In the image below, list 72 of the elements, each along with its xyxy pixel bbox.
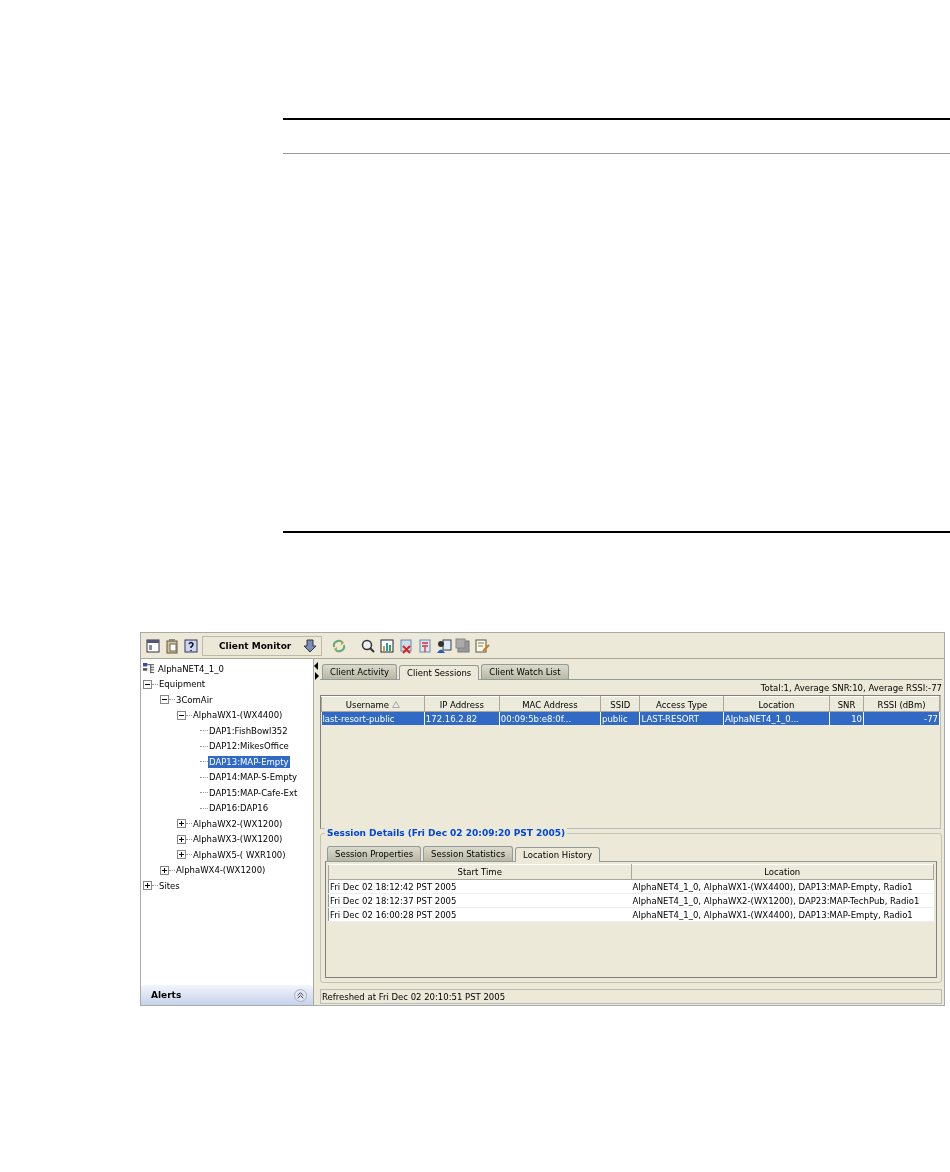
table-cell: Fri Dec 02 18:12:37 PST 2005 — [330, 895, 457, 906]
group-title: Session Details (Fri Dec 02 20:09:20 PST 2005) — [325, 828, 568, 838]
table-cell: LAST-RESORT — [641, 713, 699, 724]
chart-icon[interactable] — [379, 637, 395, 654]
table-cell: -77 — [924, 713, 938, 724]
expand-icon[interactable] — [143, 881, 152, 891]
tree-item[interactable]: DAP14:MAP-S-Empty — [208, 771, 299, 784]
tab[interactable]: Client Activity — [322, 664, 398, 679]
table-cell: 172.16.2.82 — [425, 713, 478, 724]
tree-item[interactable]: AlphaNET4_1_0 — [157, 662, 225, 675]
collapse-icon[interactable] — [177, 710, 186, 720]
summary-text: Total:1, Average SNR:10, Average RSSI:-77 — [760, 683, 942, 693]
column-header[interactable]: SSID — [600, 696, 640, 712]
table-cell: Fri Dec 02 16:00:28 PST 2005 — [330, 909, 457, 920]
table-row[interactable]: last-resort-public 172.16.2.82 00:09:5b:e8:0f... public LAST-RESORT AlphaNET4_1_0... 10 -77 — [321, 711, 940, 725]
tree-item[interactable]: 3ComAir — [175, 693, 214, 706]
column-header[interactable]: MAC Address — [499, 696, 601, 712]
tab[interactable]: Location History — [515, 847, 600, 862]
user-icon[interactable] — [436, 637, 452, 654]
table-cell: public — [602, 713, 628, 724]
tree-item[interactable]: AlphaWX3-(WX1200) — [192, 833, 284, 846]
panel-title: Alerts — [151, 990, 182, 1000]
tree-item[interactable]: DAP15:MAP-Cafe-Ext — [208, 786, 299, 799]
tab[interactable]: Client Sessions — [399, 665, 480, 680]
splitter-arrows-icon[interactable] — [314, 661, 319, 681]
tree-item[interactable]: Sites — [158, 879, 181, 892]
column-header[interactable]: Access Type — [640, 696, 724, 712]
table-cell: AlphaNET4_1_0... — [724, 713, 799, 724]
tree-item[interactable]: AlphaWX2-(WX1200) — [192, 817, 284, 830]
column-header[interactable]: RSSI (dBm) — [863, 696, 940, 712]
column-header[interactable]: Start Time — [328, 864, 631, 880]
table-cell: Fri Dec 02 18:12:42 PST 2005 — [330, 881, 457, 892]
tree-item[interactable]: AlphaWX1-(WX4400) — [192, 709, 284, 722]
collapse-icon[interactable] — [143, 679, 152, 689]
expand-icon[interactable] — [177, 819, 186, 829]
tree-item[interactable]: DAP12:MikesOffice — [208, 740, 290, 753]
tree-item[interactable]: DAP16:DAP16 — [208, 802, 270, 815]
table-cell: AlphaNET4_1_0, AlphaWX1-(WX4400), DAP13:MAP-Empty, Radio1 — [632, 909, 913, 920]
column-header[interactable]: Location — [631, 864, 934, 880]
column-header[interactable]: Username — [321, 696, 425, 712]
tab[interactable]: Session Properties — [327, 846, 422, 861]
tree-item[interactable]: AlphaWX4-(WX1200) — [175, 864, 267, 877]
column-header[interactable]: SNR — [829, 696, 864, 712]
expand-icon[interactable] — [160, 865, 169, 875]
help-icon[interactable] — [183, 637, 199, 654]
collapse-chevron-icon[interactable] — [294, 988, 307, 1002]
table-cell: AlphaNET4_1_0, AlphaWX2-(WX1200), DAP23:MAP-TechPub, Radio1 — [632, 895, 920, 906]
tab[interactable]: Session Statistics — [423, 846, 514, 861]
expand-icon[interactable] — [177, 850, 186, 860]
down-arrow-icon — [303, 638, 317, 653]
table-cell: 00:09:5b:e8:0f... — [500, 713, 572, 724]
edit-icon[interactable] — [474, 637, 490, 654]
column-header[interactable]: Location — [723, 696, 830, 712]
alerts-panel-header[interactable]: Alerts — [141, 985, 313, 1005]
network-icon — [143, 662, 155, 675]
expand-icon[interactable] — [177, 834, 186, 844]
collapse-icon[interactable] — [160, 695, 169, 705]
status-text: Refreshed at Fri Dec 02 20:10:51 PST 2005 — [322, 991, 506, 1002]
search-icon[interactable] — [360, 637, 376, 654]
tab[interactable]: Client Watch List — [481, 664, 569, 679]
clipboard-icon[interactable] — [164, 637, 180, 654]
table-cell: AlphaNET4_1_0, AlphaWX1-(WX4400), DAP13:MAP-Empty, Radio1 — [632, 881, 913, 892]
window-icon[interactable] — [145, 637, 161, 654]
tree-item[interactable]: DAP1:FishBowl352 — [208, 724, 289, 737]
tree-item[interactable]: Equipment — [158, 678, 207, 691]
delete-icon[interactable] — [398, 637, 414, 654]
table-cell: 10 — [851, 713, 862, 724]
table-cell: last-resort-public — [322, 713, 395, 724]
view-selector[interactable]: Client Monitor — [202, 635, 322, 656]
tree-item[interactable]: AlphaWX5-( WXR100) — [192, 848, 287, 861]
column-header[interactable]: IP Address — [424, 696, 500, 712]
tree-item[interactable]: DAP13:MAP-Empty — [208, 755, 290, 768]
